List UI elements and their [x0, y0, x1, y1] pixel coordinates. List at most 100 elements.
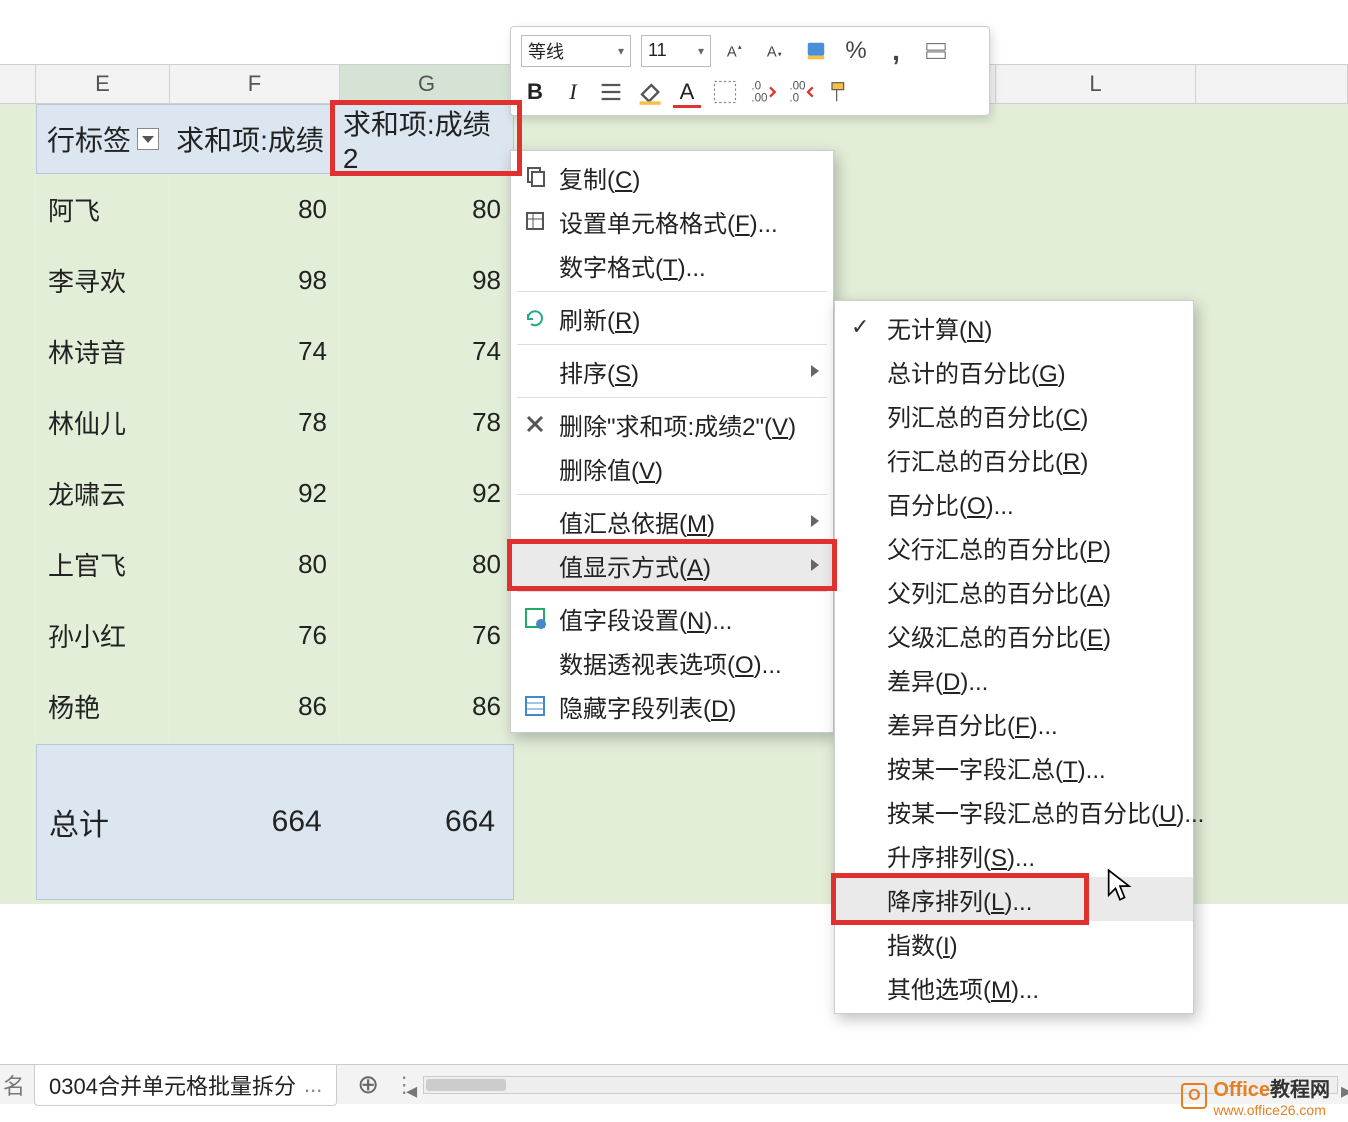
cell-name[interactable]: 上官飞 — [36, 529, 170, 600]
menu-item[interactable]: 复制(C) — [511, 155, 833, 199]
sum1-header[interactable]: 求和项:成绩 — [176, 119, 327, 159]
submenu-item[interactable]: 总计的百分比(G) — [835, 349, 1193, 393]
cell-v1[interactable]: 92 — [170, 458, 340, 529]
menu-item[interactable]: 设置单元格格式(F)... — [511, 199, 833, 243]
cell-name[interactable]: 林仙儿 — [36, 387, 170, 458]
watermark: O Office教程网 www.office26.com — [1181, 1073, 1330, 1118]
italic-button[interactable]: I — [559, 79, 587, 105]
cell-name[interactable]: 杨艳 — [36, 671, 170, 742]
svg-text:A: A — [727, 44, 737, 60]
cell-v2[interactable]: 86 — [340, 671, 514, 742]
cell-name[interactable]: 阿飞 — [36, 174, 170, 245]
sum2-header[interactable]: 求和项:成绩2 — [343, 103, 503, 175]
percent-icon[interactable]: % — [841, 36, 871, 66]
menu-item[interactable]: 排序(S) — [511, 349, 833, 393]
col-header-e[interactable]: E — [36, 65, 170, 103]
submenu-item[interactable]: 其他选项(M)... — [835, 965, 1193, 1009]
cell-v2[interactable]: 80 — [340, 529, 514, 600]
cell-name[interactable]: 孙小红 — [36, 600, 170, 671]
submenu-item[interactable]: 差异百分比(F)... — [835, 701, 1193, 745]
font-select[interactable]: 等线▾ — [521, 35, 631, 67]
check-icon: ✓ — [851, 314, 869, 340]
cell-v2[interactable]: 98 — [340, 245, 514, 316]
menu-item[interactable]: 刷新(R) — [511, 296, 833, 340]
cell-name[interactable]: 龙啸云 — [36, 458, 170, 529]
sheet-tab[interactable]: 0304合并单元格批量拆分 ... — [34, 1064, 337, 1106]
row-labels-header: 行标签 — [47, 119, 131, 159]
submenu-item[interactable]: 父行汇总的百分比(P) — [835, 525, 1193, 569]
menu-item[interactable]: 数据透视表选项(O)... — [511, 640, 833, 684]
svg-text:.0: .0 — [789, 91, 799, 104]
submenu-item[interactable]: 指数(I) — [835, 921, 1193, 965]
accounting-format-icon[interactable] — [801, 36, 831, 66]
filter-dropdown-icon[interactable] — [137, 128, 159, 150]
cell-v2[interactable]: 92 — [340, 458, 514, 529]
submenu-item[interactable]: 行汇总的百分比(R) — [835, 437, 1193, 481]
mini-toolbar: 等线▾ 11▾ A▴ A▾ % , B I — [510, 26, 990, 116]
submenu-item[interactable]: 差异(D)... — [835, 657, 1193, 701]
cell-v1[interactable]: 80 — [170, 174, 340, 245]
col-header-f[interactable]: F — [170, 65, 340, 103]
cell-v1[interactable]: 74 — [170, 316, 340, 387]
cell-v1[interactable]: 76 — [170, 600, 340, 671]
merge-icon[interactable] — [921, 36, 951, 66]
delete-icon — [521, 410, 549, 438]
cell-name[interactable]: 林诗音 — [36, 316, 170, 387]
submenu-item[interactable]: ✓无计算(N) — [835, 305, 1193, 349]
values-submenu: ✓无计算(N)总计的百分比(G)列汇总的百分比(C)行汇总的百分比(R)百分比(… — [834, 300, 1194, 1014]
field-icon — [521, 604, 549, 632]
menu-item[interactable]: 值显示方式(A) — [511, 543, 833, 587]
submenu-arrow-icon — [811, 515, 819, 527]
submenu-arrow-icon — [811, 365, 819, 377]
submenu-item[interactable]: 列汇总的百分比(C) — [835, 393, 1193, 437]
format-painter-icon[interactable] — [825, 78, 853, 106]
submenu-item[interactable]: 百分比(O)... — [835, 481, 1193, 525]
font-color-icon[interactable]: A — [673, 78, 701, 106]
cell-v1[interactable]: 86 — [170, 671, 340, 742]
menu-item[interactable]: 数字格式(T)... — [511, 243, 833, 287]
cell-v2[interactable]: 74 — [340, 316, 514, 387]
col-header-g[interactable]: G — [340, 65, 514, 103]
bold-button[interactable]: B — [521, 79, 549, 105]
cell-v1[interactable]: 80 — [170, 529, 340, 600]
svg-text:.00: .00 — [751, 91, 768, 104]
svg-text:A: A — [767, 44, 777, 60]
increase-font-icon[interactable]: A▴ — [721, 36, 751, 66]
cell-v1[interactable]: 78 — [170, 387, 340, 458]
menu-item[interactable]: 值汇总依据(M) — [511, 499, 833, 543]
total-v2: 664 — [340, 805, 513, 839]
cell-v2[interactable]: 78 — [340, 387, 514, 458]
tab-stub: 名 — [0, 1069, 28, 1101]
comma-icon[interactable]: , — [881, 36, 911, 66]
decrease-decimal-icon[interactable]: .00.0 — [787, 78, 815, 106]
mouse-cursor-icon — [1106, 868, 1134, 909]
submenu-item[interactable]: 按某一字段汇总的百分比(U)... — [835, 789, 1193, 833]
menu-item[interactable]: 删除"求和项:成绩2"(V) — [511, 402, 833, 446]
cell-v2[interactable]: 76 — [340, 600, 514, 671]
cell-v1[interactable]: 98 — [170, 245, 340, 316]
cell-name[interactable]: 李寻欢 — [36, 245, 170, 316]
submenu-item[interactable]: 升序排列(S)... — [835, 833, 1193, 877]
fill-color-icon[interactable] — [635, 78, 663, 106]
cell-v2[interactable]: 80 — [340, 174, 514, 245]
menu-item[interactable]: 隐藏字段列表(D) — [511, 684, 833, 728]
border-icon[interactable] — [711, 78, 739, 106]
increase-decimal-icon[interactable]: .0.00 — [749, 78, 777, 106]
font-size-select[interactable]: 11▾ — [641, 35, 711, 67]
hide-icon — [521, 692, 549, 720]
menu-item[interactable]: 值字段设置(N)... — [511, 596, 833, 640]
align-icon[interactable] — [597, 78, 625, 106]
svg-text:▾: ▾ — [778, 49, 782, 58]
copy-icon — [521, 163, 549, 191]
menu-item[interactable]: 删除值(V) — [511, 446, 833, 490]
submenu-item[interactable]: 父级汇总的百分比(E) — [835, 613, 1193, 657]
submenu-item[interactable]: 按某一字段汇总(T)... — [835, 745, 1193, 789]
refresh-icon — [521, 304, 549, 332]
decrease-font-icon[interactable]: A▾ — [761, 36, 791, 66]
format-icon — [521, 207, 549, 235]
submenu-item[interactable]: 降序排列(L)... — [835, 877, 1193, 921]
submenu-item[interactable]: 父列汇总的百分比(A) — [835, 569, 1193, 613]
add-sheet-button[interactable]: ⊕ — [343, 1065, 393, 1104]
col-header-l[interactable]: L — [996, 65, 1196, 103]
svg-text:▴: ▴ — [738, 42, 742, 51]
